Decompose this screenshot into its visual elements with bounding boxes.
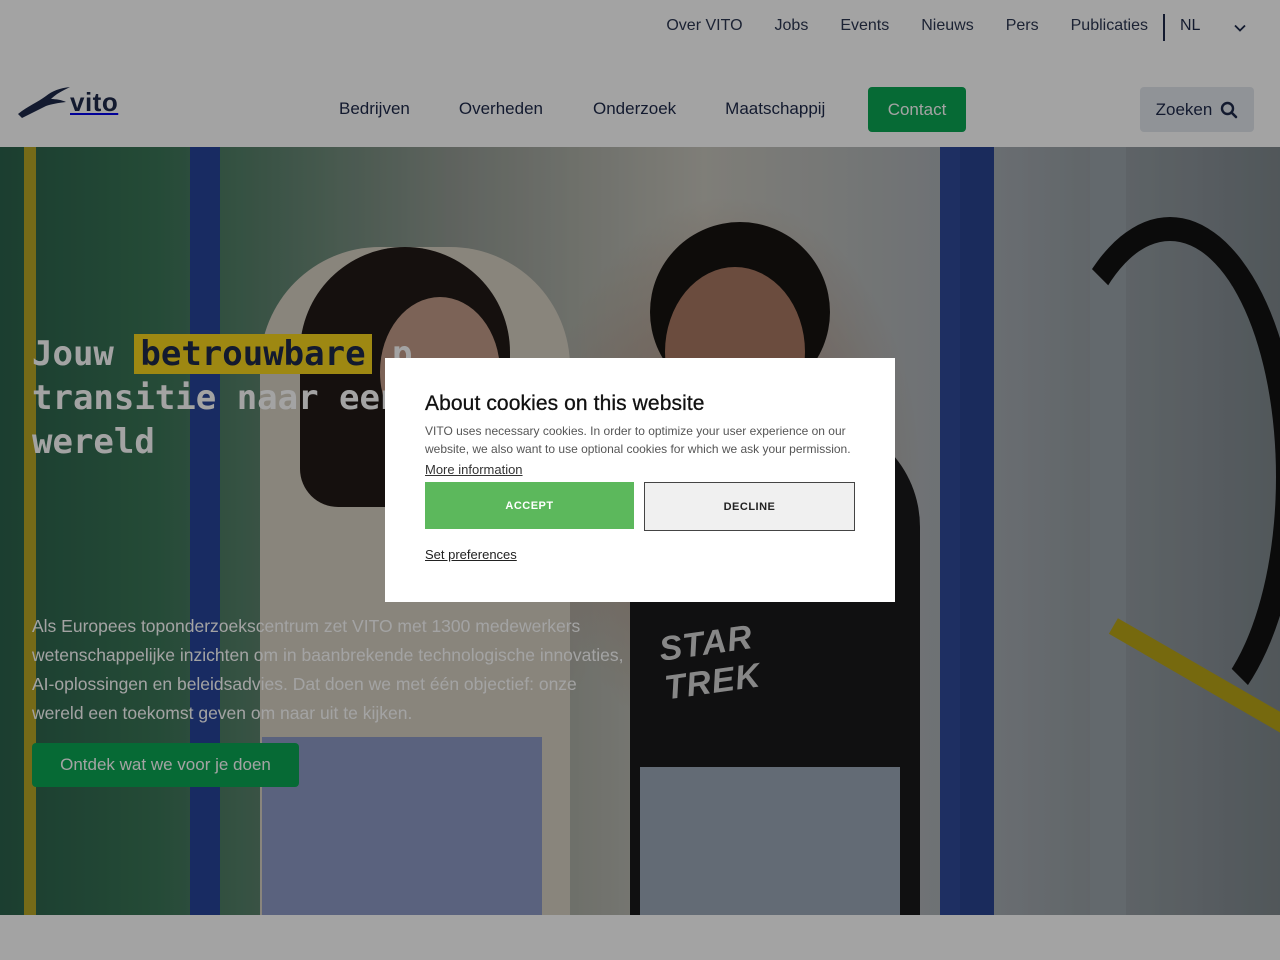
accept-cookies-button[interactable]: ACCEPT	[425, 482, 634, 529]
cookie-consent-dialog: About cookies on this website VITO uses …	[385, 358, 895, 602]
more-information-link[interactable]: More information	[425, 462, 523, 477]
set-preferences-link[interactable]: Set preferences	[425, 547, 517, 562]
cookie-dialog-body: VITO uses necessary cookies. In order to…	[425, 424, 851, 456]
decline-cookies-button[interactable]: DECLINE	[644, 482, 855, 531]
cookie-dialog-buttons: ACCEPT DECLINE	[425, 482, 855, 531]
cookie-dialog-title: About cookies on this website	[425, 392, 705, 415]
